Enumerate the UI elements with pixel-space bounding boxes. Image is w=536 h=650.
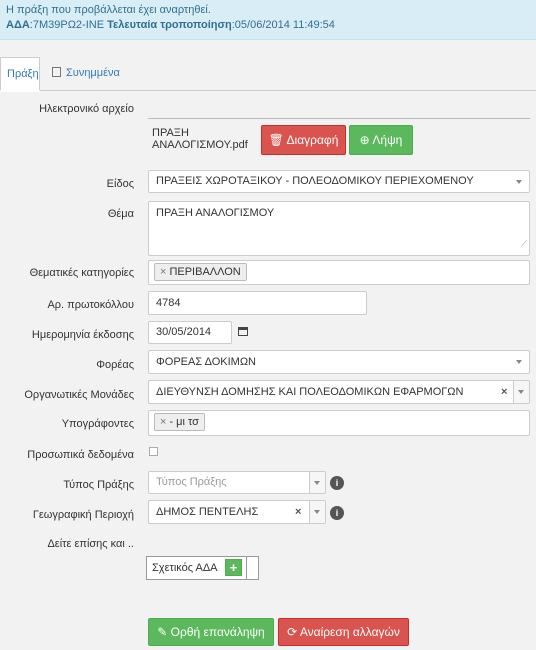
act-type-info-icon[interactable]: i [330, 476, 344, 490]
tab-bar: Πράξη Συνημμένα [0, 57, 536, 91]
banner-meta: ΑΔΑ:7Μ39ΡΩ2-ΙΝΕ Τελευταία τροποποίηση:05… [6, 18, 530, 33]
correct-repeat-label: Ορθή επανάληψη [170, 625, 265, 639]
date-label: Ημερομηνία έκδοσης [31, 329, 134, 341]
units-label: Οργανωτικές Μονάδες [24, 389, 134, 401]
tab-praxi[interactable]: Πράξη [0, 57, 40, 91]
modified-label: Τελευταία τροποποίηση [107, 19, 232, 31]
delete-button[interactable]: 🗑 Διαγραφή [261, 125, 346, 155]
subject-text: ΠΡΑΞΗ ΑΝΑΛΟΓΙΣΜΟΥ [156, 207, 275, 219]
date-input[interactable]: 30/05/2014 [148, 321, 232, 344]
geo-dropdown-arrow[interactable] [309, 501, 325, 523]
remove-tag-icon[interactable]: × [160, 266, 166, 278]
file-name[interactable]: ΠΡΑΞΗ ΑΝΑΛΟΓΙΣΜΟΥ.pdf [152, 127, 248, 151]
ada-label: ΑΔΑ [6, 19, 30, 31]
geo-info-icon[interactable]: i [330, 506, 344, 520]
related-ada-group: Σχετικός ΑΔΑ + [146, 556, 259, 580]
agency-select[interactable]: ΦΟΡΕΑΣ ΔΟΚΙΜΩΝ [148, 350, 530, 374]
agency-label: Φορέας [96, 359, 134, 371]
plus-icon: + [229, 560, 238, 575]
act-type-select[interactable]: Τύπος Πράξης [148, 471, 326, 494]
tab-attachments[interactable]: Συνημμένα [46, 57, 126, 91]
file-label: Ηλεκτρονικό αρχείο [39, 103, 134, 115]
signers-input[interactable]: × - μι τσ [148, 410, 530, 436]
categories-label: Θεματικές κατηγορίες [29, 267, 134, 279]
download-button[interactable]: ⊕ Λήψη [349, 125, 413, 155]
resize-handle-icon[interactable]: ⟋ [521, 234, 527, 254]
related-ada-label: Σχετικός ΑΔΑ [152, 562, 218, 574]
personal-checkbox[interactable] [149, 447, 158, 456]
category-tag[interactable]: × ΠΕΡΙΒΑΛΛΟΝ [154, 263, 247, 281]
delete-button-label: Διαγραφή [286, 133, 339, 147]
tab-attachments-label: Συνημμένα [66, 67, 120, 79]
act-type-placeholder: Τύπος Πράξης [156, 476, 227, 488]
related-ada-divider [246, 557, 247, 579]
act-type-label: Τύπος Πράξης [63, 479, 134, 491]
tab-connector [0, 91, 40, 92]
act-type-dropdown-arrow[interactable] [309, 472, 325, 493]
tab-praxi-label: Πράξη [7, 68, 39, 80]
geo-label: Γεωγραφική Περιοχή [32, 509, 134, 521]
subject-textarea[interactable]: ΠΡΑΞΗ ΑΝΑΛΟΓΙΣΜΟΥ ⟋ [148, 201, 530, 256]
edit-icon: ✎ [157, 625, 168, 639]
file-name-line2: ΑΝΑΛΟΓΙΣΜΟΥ.pdf [152, 139, 248, 151]
categories-input[interactable]: × ΠΕΡΙΒΑΛΛΟΝ [148, 260, 530, 285]
geo-clear-icon[interactable]: × [295, 506, 301, 518]
signer-tag-label: - μι τσ [169, 416, 199, 428]
units-select[interactable]: ΔΙΕΥΘΥΝΣΗ ΔΟΜΗΣΗΣ ΚΑΙ ΠΟΛΕΟΔΟΜΙΚΩΝ ΕΦΑΡΜ… [148, 380, 530, 404]
calendar-button[interactable] [236, 325, 250, 339]
download-button-label: Λήψη [372, 133, 403, 147]
type-select[interactable]: ΠΡΑΞΕΙΣ ΧΩΡΟΤΑΞΙΚΟΥ - ΠΟΛΕΟΔΟΜΙΚΟΥ ΠΕΡΙΕ… [148, 170, 530, 193]
trash-icon: 🗑 [268, 133, 284, 147]
calendar-icon [238, 327, 248, 336]
ada-value: :7Μ39ΡΩ2-ΙΝΕ [29, 19, 105, 31]
modified-value: :05/06/2014 11:49:54 [231, 19, 335, 31]
type-label: Είδος [106, 178, 134, 190]
protocol-input[interactable]: 4784 [148, 291, 367, 315]
subject-label: Θέμα [107, 208, 134, 220]
remove-signer-icon[interactable]: × [160, 416, 166, 428]
download-icon: ⊕ [359, 133, 370, 147]
refresh-icon: ⟳ [287, 625, 298, 639]
status-banner: Η πράξη που προβάλλεται έχει αναρτηθεί. … [0, 0, 536, 40]
file-divider [148, 118, 530, 119]
geo-value: ΔΗΜΟΣ ΠΕΝΤΕΛΗΣ [156, 506, 259, 518]
file-name-line1: ΠΡΑΞΗ [152, 127, 189, 139]
correct-repeat-button[interactable]: ✎ Ορθή επανάληψη [148, 618, 274, 646]
signers-label: Υπογράφοντες [61, 418, 134, 430]
protocol-label: Αρ. πρωτοκόλλου [47, 299, 134, 311]
units-clear-icon[interactable]: × [501, 386, 507, 398]
revert-changes-label: Αναίρεση αλλαγών [299, 625, 400, 639]
category-tag-label: ΠΕΡΙΒΑΛΛΟΝ [169, 266, 241, 278]
see-also-label: Δείτε επίσης και .. [47, 538, 134, 550]
banner-message: Η πράξη που προβάλλεται έχει αναρτηθεί. [6, 4, 211, 16]
add-related-ada-button[interactable]: + [225, 559, 242, 576]
units-value: ΔΙΕΥΘΥΝΣΗ ΔΟΜΗΣΗΣ ΚΑΙ ΠΟΛΕΟΔΟΜΙΚΩΝ ΕΦΑΡΜ… [156, 386, 464, 398]
units-dropdown-arrow[interactable] [513, 381, 529, 403]
signer-tag[interactable]: × - μι τσ [154, 413, 205, 431]
revert-changes-button[interactable]: ⟳ Αναίρεση αλλαγών [278, 618, 409, 646]
personal-label: Προσωπικά δεδομένα [27, 449, 134, 461]
document-icon [52, 67, 61, 77]
